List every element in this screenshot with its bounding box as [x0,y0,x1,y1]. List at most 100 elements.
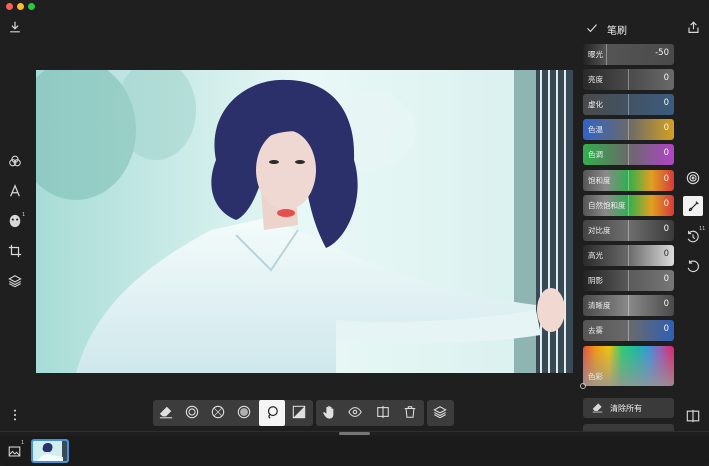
slider-clarity[interactable]: 清晰度 0 [583,295,674,316]
photo-canvas[interactable] [36,70,573,373]
slider-saturation[interactable]: 饱和度 0 [583,170,674,191]
minimize-window-button[interactable] [17,3,24,10]
split-view-button[interactable] [370,400,396,426]
slider-value: 0 [663,299,669,309]
slider-tint[interactable]: 色调 0 [583,144,674,165]
slider-label: 亮度 [588,75,603,84]
slider-value: 0 [663,249,669,259]
slider-exposure[interactable]: 曝光 -50 [583,44,674,65]
hand-tool-button[interactable] [316,400,342,426]
slider-value: 0 [663,199,669,209]
slider-label: 虚化 [588,100,603,109]
undo-icon[interactable] [686,260,700,274]
color-picker-handle[interactable] [580,383,586,389]
slider-handle[interactable] [628,320,629,341]
filmstrip-resize-handle[interactable] [339,432,370,435]
color-label: 色彩 [588,372,603,381]
close-window-button[interactable] [6,3,13,10]
slider-label: 色温 [588,125,603,134]
slider-value: -50 [655,48,669,58]
color-filter-icon[interactable] [8,154,22,168]
radial-inverse-icon [211,404,225,423]
delete-button[interactable] [397,400,423,426]
gallery-icon[interactable] [8,445,21,458]
layers-icon [433,404,447,423]
slider-handle[interactable] [628,245,629,266]
slider-vibrance[interactable]: 自然饱和度 0 [583,195,674,216]
photo-image [36,70,573,373]
slider-value: 0 [663,123,669,133]
slider-temperature[interactable]: 色温 0 [583,119,674,140]
slider-value: 0 [663,174,669,184]
color-picker[interactable]: 色彩 [583,346,674,386]
radial-icon [185,404,199,423]
slider-value: 0 [663,148,669,158]
layers-icon[interactable] [8,274,22,288]
slider-handle[interactable] [606,44,607,65]
eye-icon [348,404,362,423]
slider-label: 阴影 [588,276,603,285]
slider-label: 对比度 [588,226,611,235]
title-bar [0,0,709,12]
slider-contrast[interactable]: 对比度 0 [583,220,674,241]
download-icon[interactable] [8,20,22,34]
brush-icon[interactable] [683,196,703,216]
slider-label: 去雾 [588,326,603,335]
filmstrip-thumbnail[interactable] [31,439,69,463]
slider-handle[interactable] [628,94,629,115]
slider-handle[interactable] [628,170,629,191]
app-window: 1 笔刷 曝光 -50 亮度 0 虚化 0 色温 0 色调 0 饱和度 0 自然… [0,0,709,466]
history-count-badge: 11 [699,226,706,232]
lasso-tool-button[interactable] [259,400,285,426]
clear-all-button[interactable]: 清除所有 [583,398,674,418]
slider-handle[interactable] [628,195,629,216]
spiral-icon[interactable] [686,171,700,185]
share-icon[interactable] [687,21,700,34]
slider-label: 自然饱和度 [588,201,626,210]
history-icon[interactable] [686,230,700,244]
slider-value: 0 [663,324,669,334]
slider-value: 0 [663,98,669,108]
radial-tool-button[interactable] [179,400,205,426]
more-icon[interactable] [8,408,22,422]
slider-dehaze[interactable]: 去雾 0 [583,320,674,341]
zoom-window-button[interactable] [28,3,35,10]
eraser-tool-button[interactable] [153,400,179,426]
thumbnail-image [33,441,67,461]
slider-brightness[interactable]: 亮度 0 [583,69,674,90]
slider-handle[interactable] [628,144,629,165]
lasso-icon [265,404,279,423]
slider-label: 色调 [588,150,603,159]
clear-all-label: 清除所有 [610,404,642,413]
slider-handle[interactable] [628,295,629,316]
radial-fill-tool-button[interactable] [231,400,257,426]
slider-label: 清晰度 [588,301,611,310]
text-icon[interactable] [8,184,22,198]
slider-value: 0 [663,73,669,83]
slider-label: 曝光 [588,50,603,59]
slider-handle[interactable] [628,119,629,140]
filmstrip [0,436,709,466]
slider-blur[interactable]: 虚化 0 [583,94,674,115]
eraser-icon [159,404,173,423]
slider-handle[interactable] [628,270,629,291]
gradient-tool-button[interactable] [286,400,312,426]
slider-value: 0 [663,274,669,284]
slider-handle[interactable] [628,220,629,241]
slider-label: 饱和度 [588,176,611,185]
preview-toggle-button[interactable] [342,400,368,426]
mask-icon[interactable] [8,214,22,228]
slider-value: 0 [663,224,669,234]
compare-icon[interactable] [686,409,700,423]
slider-handle[interactable] [628,69,629,90]
radial-fill-icon [237,404,251,423]
radial-inverse-tool-button[interactable] [205,400,231,426]
confirm-icon[interactable] [586,22,598,34]
slider-shadows[interactable]: 阴影 0 [583,270,674,291]
slider-highlights[interactable]: 高光 0 [583,245,674,266]
layers-tool-button[interactable] [427,400,453,426]
gradient-icon [292,404,306,423]
mask-count-badge: 1 [22,212,26,218]
crop-icon[interactable] [8,244,22,258]
panel-title: 笔刷 [607,26,627,37]
